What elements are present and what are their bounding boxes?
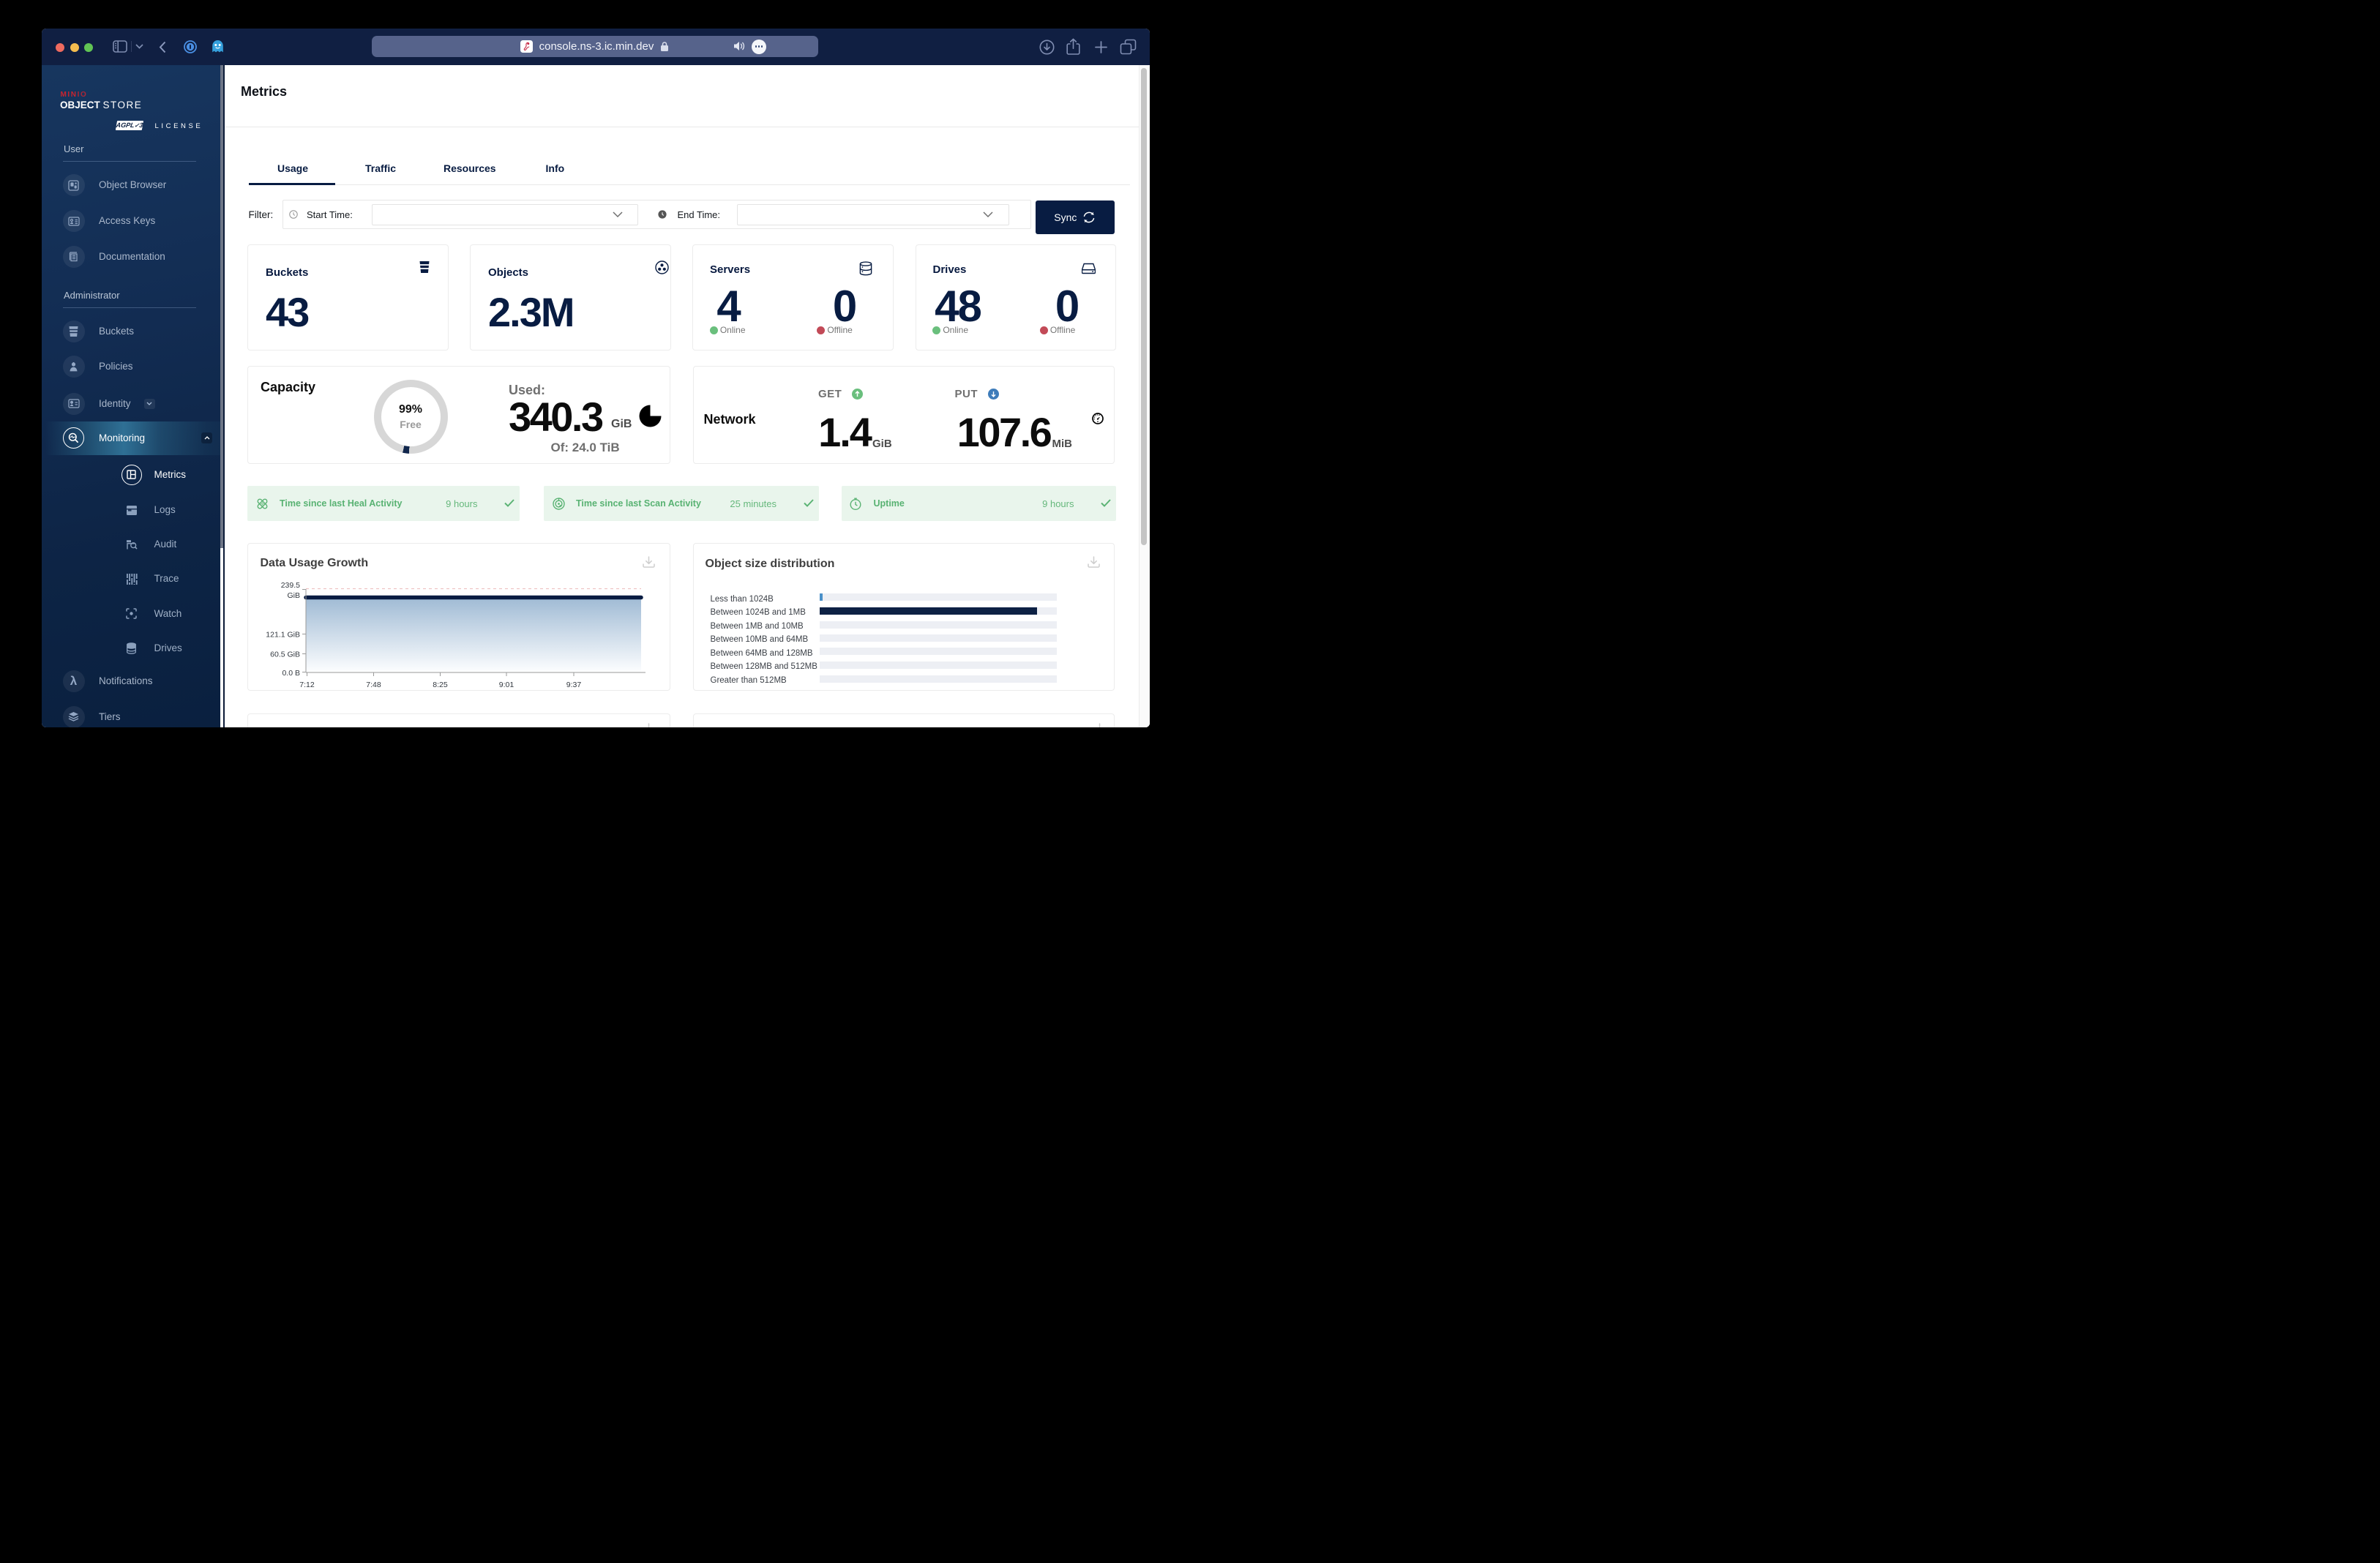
svg-text:9:01: 9:01 (499, 681, 514, 689)
svg-text:121.1 GiB: 121.1 GiB (266, 631, 300, 640)
svg-text:7:48: 7:48 (366, 681, 381, 689)
svg-text:GiB: GiB (287, 591, 300, 600)
svg-text:9:37: 9:37 (566, 681, 582, 689)
svg-text:7:12: 7:12 (299, 681, 315, 689)
svg-text:60.5 GiB: 60.5 GiB (270, 651, 300, 659)
svg-text:0.0 B: 0.0 B (282, 669, 300, 678)
svg-text:8:25: 8:25 (433, 681, 448, 689)
svg-text:239.5: 239.5 (281, 581, 300, 590)
